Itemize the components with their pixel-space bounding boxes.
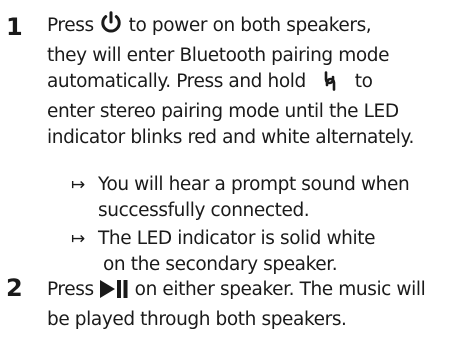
- result-line: You will hear a prompt sound when: [98, 174, 410, 195]
- step-number: 1: [6, 13, 23, 41]
- step-number: 2: [6, 274, 23, 302]
- result-line: on the secondary speaker.: [103, 254, 338, 275]
- instruction-line: automatically. Press and hold to: [47, 69, 450, 99]
- instruction-line: enter stereo pairing mode until the LED: [47, 101, 399, 122]
- result-line: The LED indicator is solid white: [98, 228, 376, 249]
- instruction-line: be played through both speakers.: [47, 309, 347, 330]
- instruction-line: indicator blinks red and white alternate…: [47, 127, 414, 148]
- instruction-line: they will enter Bluetooth pairing mode: [47, 45, 390, 66]
- step-instructions: Press on either speaker. The music will …: [47, 277, 450, 333]
- link-icon: [322, 71, 338, 99]
- power-icon: [99, 11, 123, 43]
- play-pause-icon: [99, 279, 129, 307]
- result-arrow-icon: ↦: [71, 175, 85, 195]
- instruction-line: Press on either speaker. The music will: [47, 277, 450, 307]
- result-line: successfully connected.: [98, 200, 310, 221]
- step-instructions: Press to power on both speakers, they wi…: [47, 11, 450, 151]
- result-arrow-icon: ↦: [71, 229, 85, 249]
- instruction-line: Press to power on both speakers,: [47, 11, 450, 43]
